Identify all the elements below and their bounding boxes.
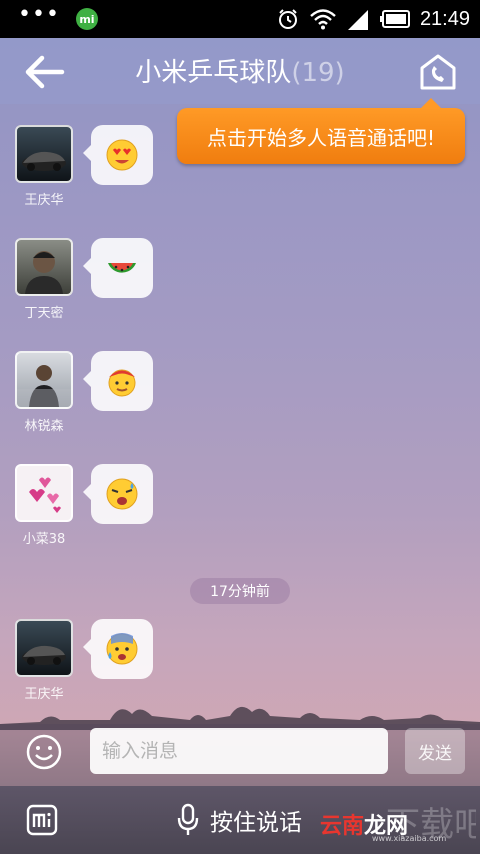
message-item: 丁天密 <box>15 238 315 338</box>
send-button[interactable]: 发送 <box>405 728 465 774</box>
time-divider: 17分钟前 <box>190 578 290 604</box>
avatar[interactable] <box>15 464 73 522</box>
mi-app-icon: mi <box>75 8 98 30</box>
chat-header: 小米乒乓球队(19) <box>0 38 480 104</box>
notification-dots: ••• <box>18 2 60 27</box>
hold-to-talk-button[interactable]: 按住说话 <box>176 800 302 840</box>
member-count: (19) <box>291 58 345 88</box>
sender-name: 丁天密 <box>24 306 64 321</box>
group-voice-call-icon[interactable] <box>418 52 458 92</box>
sender-name: 林锐森 <box>24 419 64 434</box>
battery-icon <box>379 10 410 28</box>
status-icons: 21:49 <box>276 7 470 31</box>
avatar[interactable] <box>15 351 73 409</box>
message-bubble[interactable] <box>83 464 153 524</box>
group-name: 小米乒乓球队 <box>135 58 292 88</box>
message-item: 小菜38 <box>15 464 315 564</box>
alarm-icon <box>278 9 297 29</box>
avatar[interactable] <box>15 125 73 183</box>
avatar[interactable] <box>15 619 73 677</box>
bottom-bar: 按住说话 下载吧 云南龙网 www.xiazaiba.com <box>0 786 480 854</box>
sender-name: 小菜38 <box>22 532 66 547</box>
status-bar: ••• mi 21:49 <box>0 0 480 38</box>
group-title: 小米乒乓球队(19) <box>0 52 480 89</box>
message-bubble[interactable] <box>83 351 153 411</box>
mi-menu-icon[interactable] <box>26 804 58 836</box>
message-input[interactable] <box>90 728 388 774</box>
wifi-icon <box>310 9 336 30</box>
sender-name: 王庆华 <box>24 193 64 208</box>
watermark-url: www.xiazaiba.com <box>372 834 447 843</box>
microphone-icon <box>177 803 199 835</box>
message-bubble[interactable] <box>83 238 153 298</box>
crying-face-emoji-icon <box>106 478 138 510</box>
hold-to-talk-label: 按住说话 <box>210 810 302 836</box>
message-item: 林锐森 <box>15 351 315 451</box>
heart-eyes-emoji-icon <box>106 139 138 171</box>
clock: 21:49 <box>419 7 470 30</box>
chat-screen: ••• mi 21:49 小米乒乓球队(19) 点击开始多人语音通话吧! 王庆华… <box>0 0 480 854</box>
message-bubble[interactable] <box>83 619 153 679</box>
emoji-picker-icon[interactable] <box>26 734 62 770</box>
anxious-sweat-emoji-icon <box>106 633 138 665</box>
avatar[interactable] <box>15 238 73 296</box>
cap-face-emoji-icon <box>108 369 136 397</box>
signal-icon <box>347 10 368 30</box>
watermelon-emoji-icon <box>108 263 136 273</box>
message-item: 王庆华 <box>15 125 315 225</box>
message-bubble[interactable] <box>83 125 153 185</box>
input-bar: 发送 <box>0 724 480 786</box>
